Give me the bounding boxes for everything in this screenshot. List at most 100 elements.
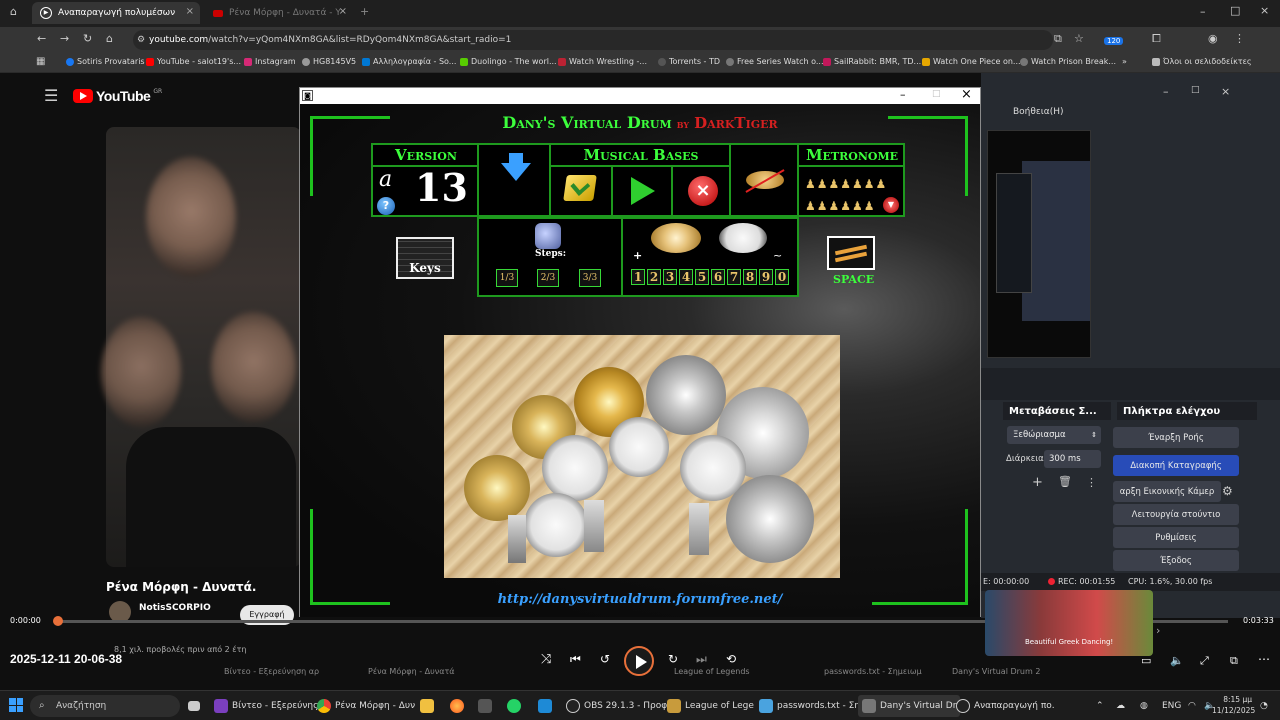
forward-icon[interactable]: →	[60, 32, 69, 45]
exit-button[interactable]: Έξοδος	[1113, 550, 1239, 571]
digit-key-2[interactable]: 2	[647, 269, 661, 285]
all-bookmarks[interactable]: Όλοι οι σελιδοδείκτες	[1152, 57, 1252, 66]
tray-chevron-icon[interactable]: ⌃	[1096, 695, 1104, 717]
tray-discord-icon[interactable]: ◍	[1140, 695, 1148, 717]
taskbar-pin[interactable]	[420, 695, 434, 717]
bookmark-item[interactable]: HG8145V5	[302, 57, 356, 66]
maximize-icon[interactable]: □	[1230, 4, 1240, 17]
transition-select[interactable]: Ξεθώριασμα ⇕	[1007, 426, 1101, 444]
play-button[interactable]	[624, 646, 654, 676]
digit-key-4[interactable]: 4	[679, 269, 693, 285]
bookmark-item[interactable]: Watch Wrestling -...	[558, 57, 647, 66]
metronome-beats[interactable]: ♟♟♟♟♟♟♟ ♟♟♟♟♟♟	[805, 173, 897, 217]
digit-key-3[interactable]: 3	[663, 269, 677, 285]
bass-pedal-left[interactable]	[584, 500, 604, 552]
tab-media-player[interactable]: ▶ Αναπαραγωγή πολυμέσων ×	[32, 2, 200, 24]
site-info-icon[interactable]: ⚙	[137, 30, 145, 50]
bookmark-item[interactable]: Free Series Watch o...	[726, 57, 824, 66]
taskbar-app-media[interactable]: Αναπαραγωγή πο.	[956, 695, 1055, 717]
china-cymbal[interactable]	[726, 475, 814, 563]
add-icon[interactable]: +	[1032, 475, 1043, 490]
bookmark-item[interactable]: Watch One Piece on...	[922, 57, 1021, 66]
digit-key-1[interactable]: 1	[631, 269, 645, 285]
taskbar-app-drum[interactable]: Dany's Virtual Dr	[858, 695, 961, 717]
bookmark-star-icon[interactable]: ☆	[1074, 32, 1084, 45]
step-2-button[interactable]: 2/3	[537, 269, 559, 287]
wifi-icon[interactable]: ◠	[1188, 695, 1196, 717]
digit-key-6[interactable]: 6	[711, 269, 725, 285]
step-3-button[interactable]: 3/3	[579, 269, 601, 287]
obs-menu-help[interactable]: Βοήθεια(H)	[1013, 107, 1064, 117]
thumb-item[interactable]: League of Legends	[674, 667, 750, 676]
close-icon[interactable]: ×	[1260, 4, 1269, 17]
help-icon[interactable]: ?	[377, 197, 395, 215]
thumb-item[interactable]: Βίντεο - Εξερεύνηση αρ	[224, 667, 319, 676]
maximize-icon[interactable]: □	[1191, 85, 1200, 95]
taskbar-pin[interactable]	[538, 695, 552, 717]
tray-cloud-icon[interactable]: ☁	[1116, 695, 1125, 717]
download-cell[interactable]	[477, 145, 551, 215]
extensions-icon[interactable]: ⧠	[1152, 32, 1161, 46]
settings-button[interactable]: Ρυθμίσεις	[1113, 527, 1239, 548]
step-1-button[interactable]: 1/3	[496, 269, 518, 287]
close-tab-icon[interactable]: ×	[339, 6, 347, 17]
stop-cell[interactable]: ×	[671, 167, 731, 215]
digit-key-9[interactable]: 9	[759, 269, 773, 285]
notifications-icon[interactable]: ◔	[1260, 695, 1268, 717]
home-icon[interactable]: ⌂	[10, 5, 17, 18]
previous-icon[interactable]: ⏮	[570, 652, 581, 667]
space-button[interactable]	[827, 236, 875, 270]
taskbar-app-obs[interactable]: OBS 29.1.3 - Προφί	[566, 695, 670, 717]
task-view-icon[interactable]	[188, 695, 200, 717]
next-icon[interactable]: ⏭	[696, 652, 707, 667]
trash-icon[interactable]: 🗑	[1058, 475, 1072, 488]
stop-recording-button[interactable]: Διακοπή Καταγραφής	[1113, 455, 1239, 476]
chevron-right-icon[interactable]: ›	[1156, 624, 1160, 637]
bookmark-item[interactable]: Watch Prison Break...	[1020, 57, 1116, 66]
tom-1[interactable]	[542, 435, 608, 501]
tab-rena-morfi[interactable]: Ρένα Μόρφη - Δυνατά - Y ×	[205, 2, 353, 24]
drum-kit-image[interactable]	[444, 335, 840, 578]
keys-button[interactable]: Keys	[396, 237, 454, 279]
youtube-logo[interactable]: YouTube GR	[73, 88, 162, 104]
home-icon[interactable]: ⌂	[106, 32, 113, 45]
close-icon[interactable]: ×	[961, 87, 972, 102]
forward-30-icon[interactable]: ↻	[668, 652, 678, 666]
hihat-pedal[interactable]	[508, 515, 526, 563]
progress-handle[interactable]	[53, 616, 63, 626]
close-tab-icon[interactable]: ×	[186, 6, 194, 17]
taskbar-app-notepad[interactable]: passwords.txt - Σημ	[759, 695, 866, 717]
maximize-icon[interactable]: □	[932, 89, 941, 99]
taskbar-pin[interactable]	[450, 695, 464, 717]
hihat-left-cymbal[interactable]	[464, 455, 530, 521]
taskbar-app-explorer[interactable]: Βίντεο - Εξερεύνης	[214, 695, 318, 717]
bookmark-item[interactable]: Torrents - TD	[658, 57, 720, 66]
mute-cymbal-cell[interactable]	[729, 145, 797, 215]
metronome-stop-icon[interactable]: ▼	[883, 197, 899, 213]
hamburger-menu-icon[interactable]: ☰	[44, 86, 58, 105]
new-tab-icon[interactable]: +	[360, 5, 369, 18]
rewind-10-icon[interactable]: ↺	[600, 652, 610, 666]
kit-snare-image[interactable]	[719, 223, 767, 253]
bookmark-item[interactable]: Αλληλογραφία - So...	[362, 57, 456, 66]
taskbar-pin[interactable]	[507, 695, 521, 717]
thumb-item[interactable]: passwords.txt - Σημειωμ	[824, 667, 922, 676]
fullscreen-icon[interactable]: ⤢	[1200, 654, 1209, 668]
url-field[interactable]: ⚙ youtube.com/watch?v=yQom4NXm8GA&list=R…	[133, 30, 1053, 50]
start-button[interactable]	[9, 698, 23, 712]
gear-icon[interactable]: ⚙	[1222, 484, 1233, 498]
profile-icon[interactable]: ◉	[1208, 32, 1218, 45]
cast-icon[interactable]: ⧉	[1230, 654, 1238, 668]
more-dots-icon[interactable]: ⋯	[1258, 652, 1270, 666]
digit-key-7[interactable]: 7	[727, 269, 741, 285]
reload-icon[interactable]: ↻	[83, 32, 92, 45]
minimize-icon[interactable]: –	[1200, 5, 1206, 18]
digit-key-8[interactable]: 8	[743, 269, 757, 285]
taskbar-search-box[interactable]: ⌕ Αναζήτηση	[30, 695, 180, 717]
bookmark-item[interactable]: YouTube - salot19's...	[146, 57, 241, 66]
kit-cymbal-1-image[interactable]	[651, 223, 701, 253]
thumb-item[interactable]: Ρένα Μόρφη - Δυνατά	[368, 667, 455, 676]
video-player[interactable]	[101, 127, 301, 567]
thumb-item[interactable]: Dany's Virtual Drum 2	[952, 667, 1040, 676]
bass-pedal-right[interactable]	[689, 503, 709, 555]
